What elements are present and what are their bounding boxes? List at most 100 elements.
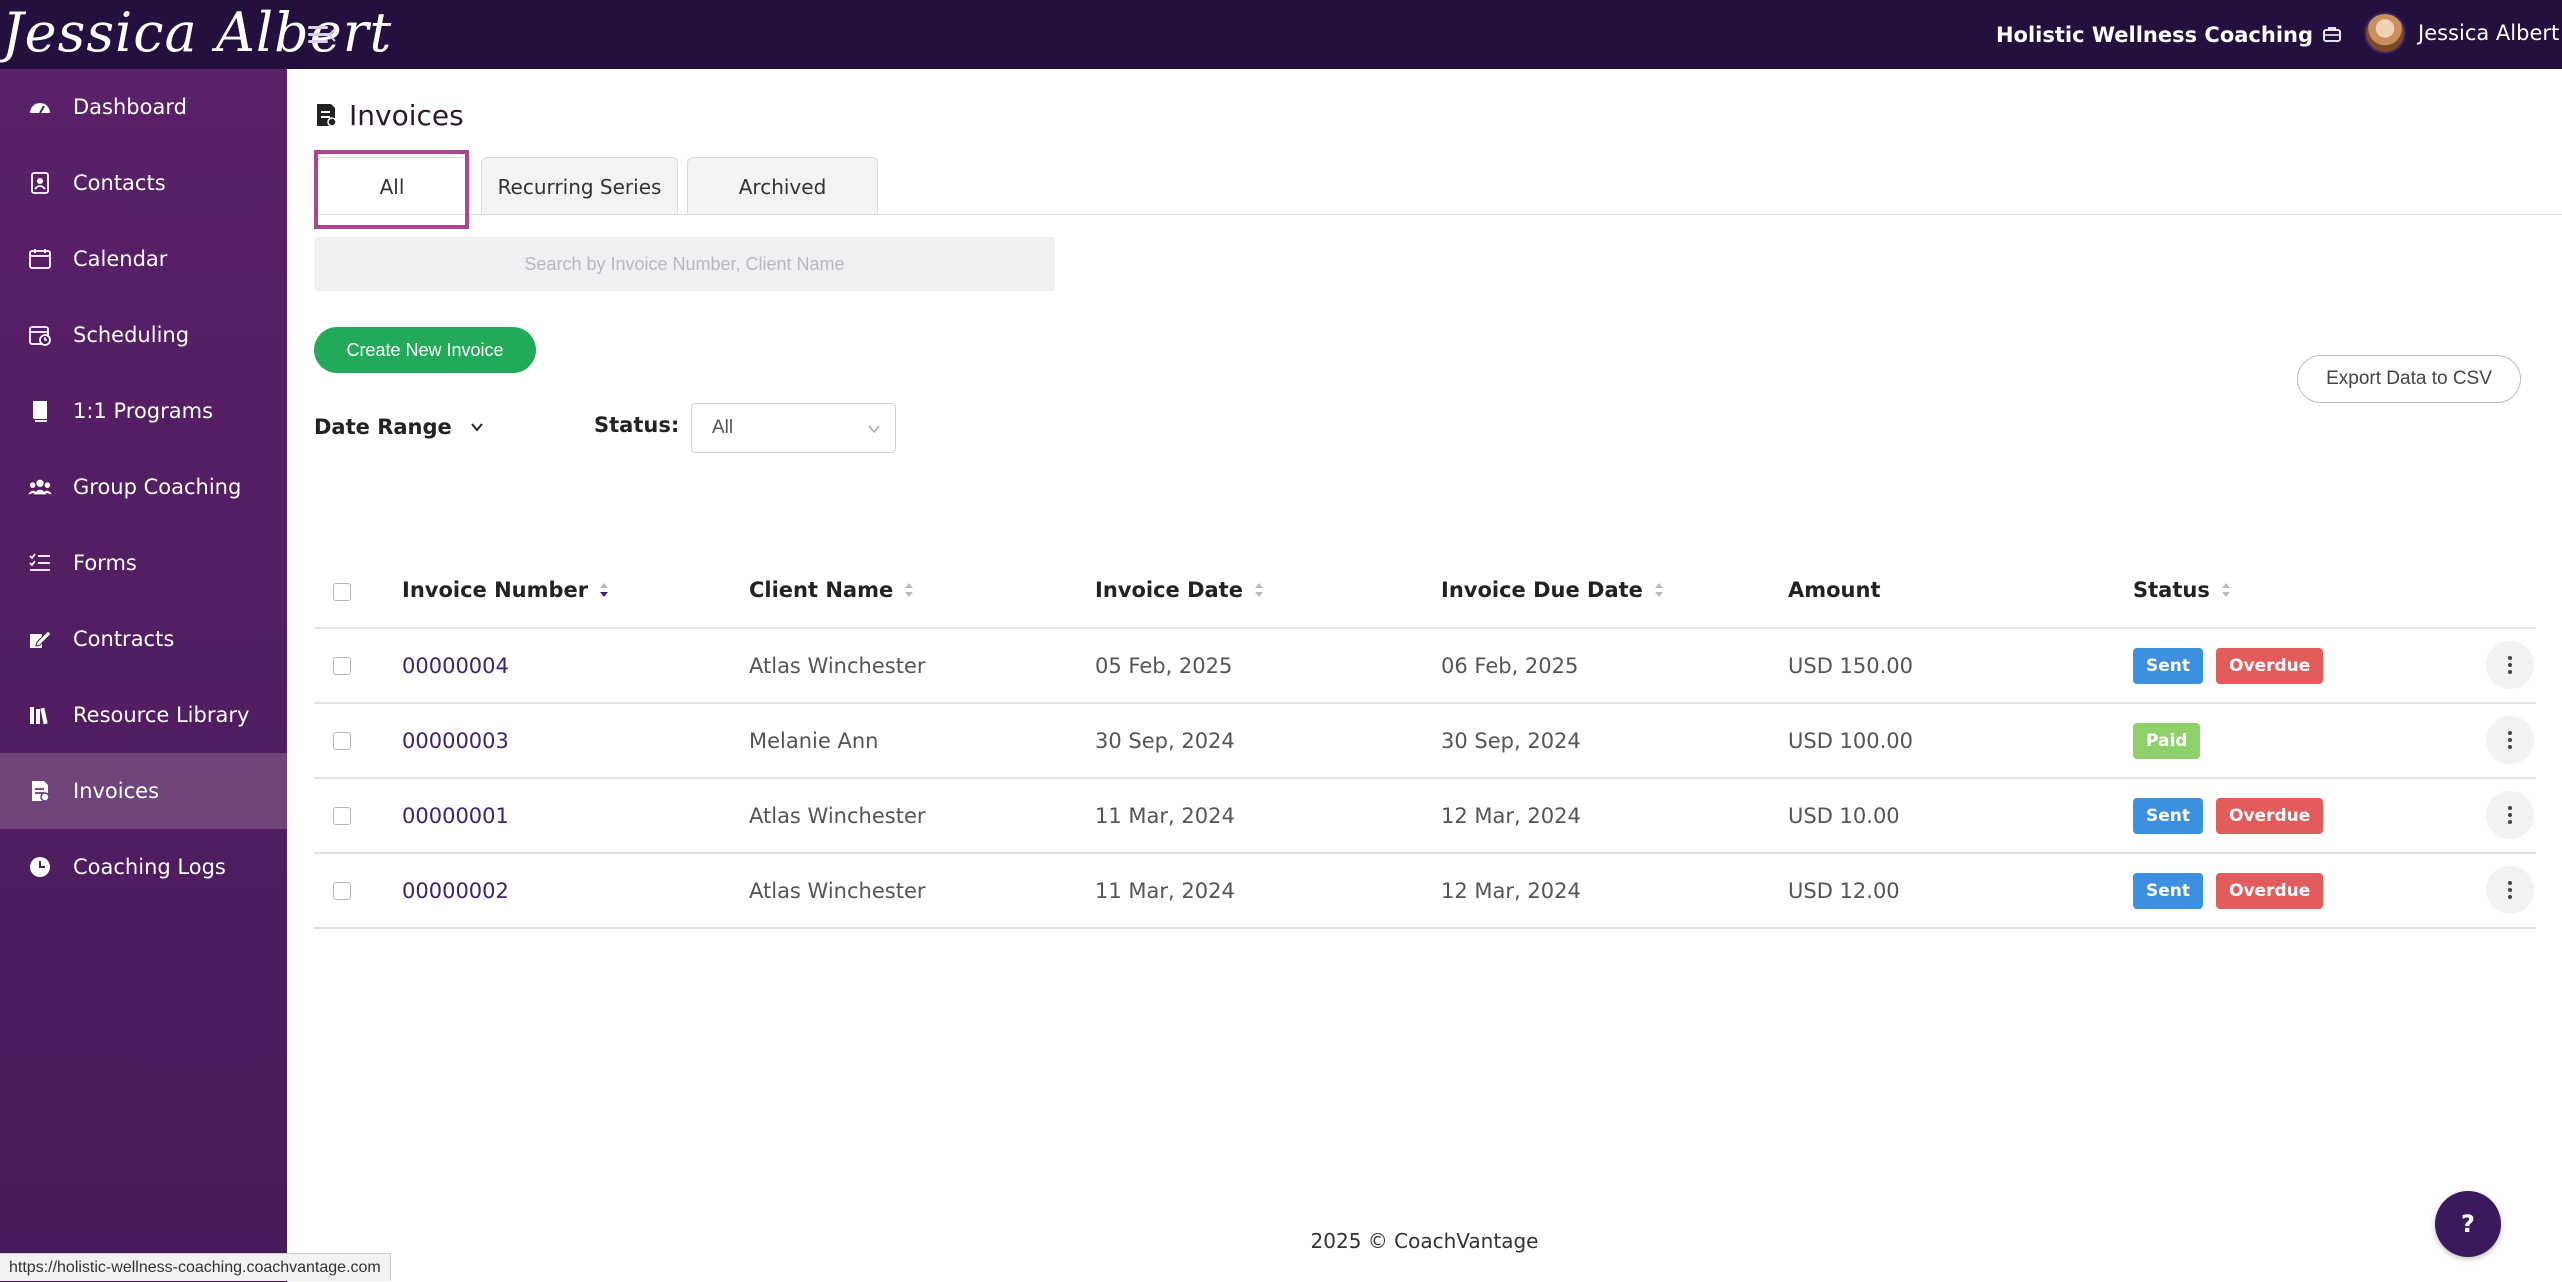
- sort-icon: [1654, 583, 1663, 597]
- row-checkbox[interactable]: [333, 732, 351, 750]
- invoice-icon: [315, 102, 339, 128]
- client-name: Atlas Winchester: [749, 804, 926, 828]
- sidebar-item-invoices[interactable]: Invoices: [0, 753, 287, 829]
- more-vertical-icon: [2508, 656, 2512, 674]
- row-checkbox[interactable]: [333, 807, 351, 825]
- due-date: 06 Feb, 2025: [1441, 654, 1579, 678]
- column-header-due-date[interactable]: Invoice Due Date: [1441, 578, 1665, 602]
- sidebar-item-label: Forms: [73, 551, 137, 575]
- sidebar-item-contacts[interactable]: Contacts: [0, 145, 287, 221]
- footer-copyright: 2025 © CoachVantage: [1310, 1229, 1539, 1253]
- date-range-filter[interactable]: Date Range: [314, 411, 484, 443]
- avatar[interactable]: [2364, 12, 2406, 54]
- due-date: 12 Mar, 2024: [1441, 804, 1581, 828]
- row-actions-button[interactable]: [2486, 866, 2534, 914]
- sidebar-item-scheduling[interactable]: Scheduling: [0, 297, 287, 373]
- sidebar-item-coaching-logs[interactable]: Coaching Logs: [0, 829, 287, 905]
- sidebar-item-resource-library[interactable]: Resource Library: [0, 677, 287, 753]
- chevron-down-icon: [470, 423, 483, 432]
- sidebar-item-label: Dashboard: [73, 95, 187, 119]
- column-header-client-name[interactable]: Client Name: [749, 578, 915, 602]
- status-badge-sent: Sent: [2133, 873, 2204, 909]
- invoice-date: 05 Feb, 2025: [1095, 654, 1233, 678]
- search-input[interactable]: [314, 237, 1055, 291]
- sidebar-item-group-coaching[interactable]: Group Coaching: [0, 449, 287, 525]
- more-vertical-icon: [2508, 881, 2512, 899]
- status-select-value: All: [712, 417, 734, 438]
- briefcase-icon[interactable]: [2322, 24, 2342, 44]
- column-label: Amount: [1788, 578, 1881, 602]
- user-name[interactable]: Jessica Albert: [2418, 20, 2559, 46]
- tab-highlight-outline: [314, 150, 469, 229]
- main-content: Invoices All Recurring Series Archived C…: [287, 69, 2562, 1282]
- contacts-icon: [28, 171, 52, 195]
- status-badge-sent: Sent: [2133, 798, 2204, 834]
- more-vertical-icon: [2508, 806, 2512, 824]
- row-actions-button[interactable]: [2486, 641, 2534, 689]
- row-checkbox[interactable]: [333, 657, 351, 675]
- invoice-number-link[interactable]: 00000004: [402, 654, 509, 678]
- sidebar-toggle-icon[interactable]: [306, 22, 336, 48]
- row-actions-button[interactable]: [2486, 716, 2534, 764]
- organization-name[interactable]: Holistic Wellness Coaching: [1996, 22, 2313, 48]
- sidebar-item-programs[interactable]: 1:1 Programs: [0, 373, 287, 449]
- dashboard-icon: [28, 95, 52, 119]
- sidebar-item-label: 1:1 Programs: [73, 399, 214, 423]
- clock-icon: [28, 855, 52, 879]
- sidebar-item-contracts[interactable]: Contracts: [0, 601, 287, 677]
- select-all-checkbox[interactable]: [333, 583, 351, 601]
- column-label: Invoice Number: [402, 578, 589, 602]
- column-header-invoice-number[interactable]: Invoice Number: [402, 578, 610, 602]
- table-row: 00000003 Melanie Ann 30 Sep, 2024 30 Sep…: [314, 704, 2536, 779]
- sort-icon: [2221, 583, 2230, 597]
- forms-icon: [28, 551, 52, 575]
- invoice-date: 11 Mar, 2024: [1095, 804, 1235, 828]
- sidebar-item-label: Coaching Logs: [73, 855, 226, 879]
- scheduling-icon: [28, 323, 52, 347]
- sidebar-item-label: Calendar: [73, 247, 168, 271]
- sidebar-item-label: Group Coaching: [73, 475, 242, 499]
- row-checkbox[interactable]: [333, 882, 351, 900]
- table-header: Invoice Number Client Name Invoice Date …: [314, 554, 2536, 629]
- sort-icon: [1254, 583, 1263, 597]
- status-select[interactable]: All: [691, 403, 896, 453]
- status-filter-label: Status:: [594, 413, 680, 437]
- client-name: Atlas Winchester: [749, 654, 926, 678]
- sidebar-item-dashboard[interactable]: Dashboard: [0, 69, 287, 145]
- sort-desc-icon: [600, 583, 609, 597]
- row-actions-button[interactable]: [2486, 791, 2534, 839]
- group-icon: [28, 475, 52, 499]
- status-badge-paid: Paid: [2133, 723, 2201, 759]
- sidebar-item-label: Scheduling: [73, 323, 190, 347]
- due-date: 30 Sep, 2024: [1441, 729, 1581, 753]
- date-range-label: Date Range: [314, 415, 452, 439]
- tab-archived[interactable]: Archived: [687, 157, 878, 215]
- create-invoice-button[interactable]: Create New Invoice: [314, 327, 536, 373]
- browser-status-url: https://holistic-wellness-coaching.coach…: [0, 1253, 391, 1281]
- column-header-status[interactable]: Status: [2133, 578, 2232, 602]
- column-header-invoice-date[interactable]: Invoice Date: [1095, 578, 1265, 602]
- invoice-date: 30 Sep, 2024: [1095, 729, 1235, 753]
- help-button[interactable]: ?: [2435, 1191, 2501, 1257]
- tabs-divider: [314, 214, 2562, 215]
- sidebar-item-calendar[interactable]: Calendar: [0, 221, 287, 297]
- status-badge-overdue: Overdue: [2216, 648, 2324, 684]
- status-badge-sent: Sent: [2133, 648, 2204, 684]
- column-label: Client Name: [749, 578, 894, 602]
- due-date: 12 Mar, 2024: [1441, 879, 1581, 903]
- sidebar-item-label: Invoices: [73, 779, 160, 803]
- sidebar-item-label: Contracts: [73, 627, 175, 651]
- tab-recurring-series[interactable]: Recurring Series: [481, 157, 678, 215]
- invoice-number-link[interactable]: 00000002: [402, 879, 509, 903]
- sort-icon: [905, 583, 914, 597]
- invoice-number-link[interactable]: 00000001: [402, 804, 509, 828]
- contract-icon: [28, 627, 52, 651]
- export-csv-button[interactable]: Export Data to CSV: [2297, 355, 2521, 403]
- table-row: 00000001 Atlas Winchester 11 Mar, 2024 1…: [314, 779, 2536, 854]
- invoice-number-link[interactable]: 00000003: [402, 729, 509, 753]
- amount: USD 12.00: [1788, 879, 1900, 903]
- sidebar-item-forms[interactable]: Forms: [0, 525, 287, 601]
- status-badge-overdue: Overdue: [2216, 873, 2324, 909]
- top-bar: Jessica Albert Holistic Wellness Coachin…: [0, 0, 2562, 69]
- column-label: Status: [2133, 578, 2210, 602]
